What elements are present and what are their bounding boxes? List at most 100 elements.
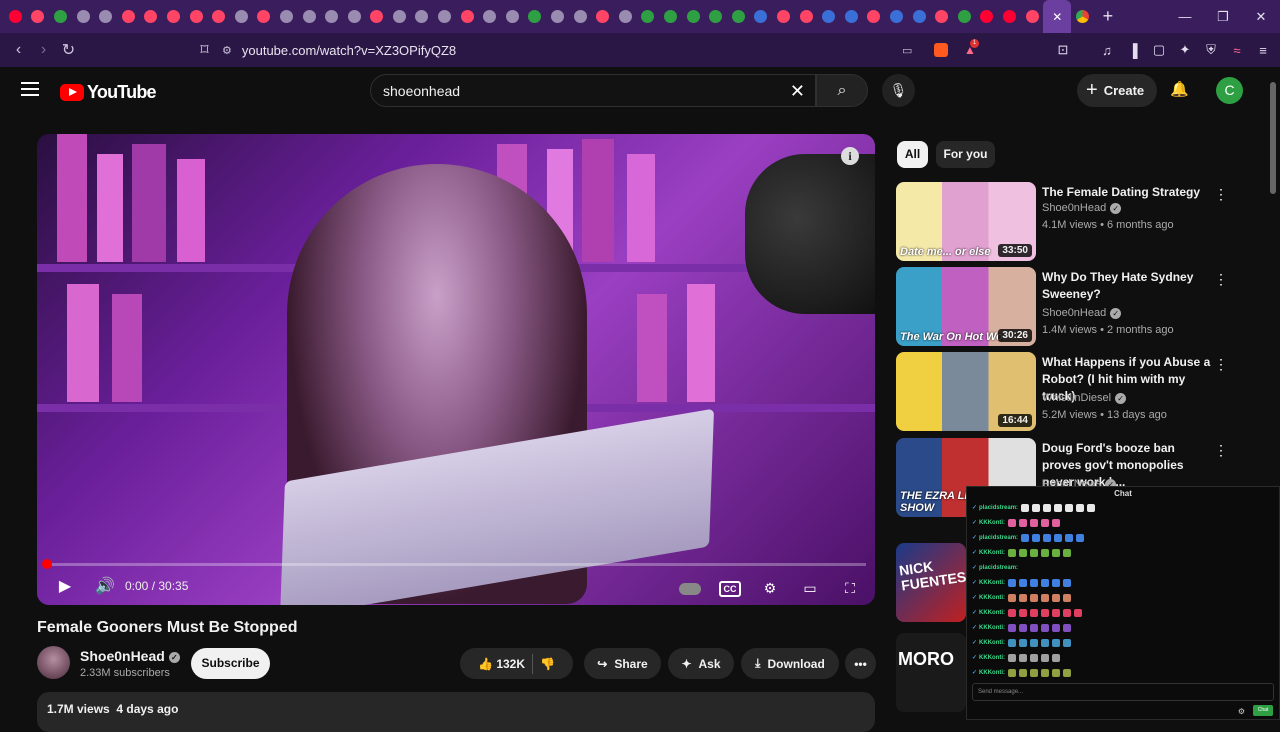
recommendation-item[interactable]: The War On Hot Wo 30:26 Why Do They Hate S… <box>896 267 1236 347</box>
cast-icon[interactable]: ▭ <box>902 44 912 57</box>
recommendation-item[interactable]: Date me... or else 33:50 The Female Dating… <box>896 182 1236 262</box>
browser-tab[interactable] <box>863 0 886 33</box>
browser-tab[interactable] <box>637 0 660 33</box>
download-button[interactable]: ⤓ Download <box>741 648 839 679</box>
channel-name[interactable]: Shoe0nHead ✓ <box>80 648 180 664</box>
wallet-icon[interactable]: ▢ <box>1148 42 1170 58</box>
browser-tab[interactable] <box>501 0 524 33</box>
chip-for-you[interactable]: For you <box>936 141 995 168</box>
search-input[interactable]: shoeonhead ✕ <box>370 74 816 107</box>
browser-tab[interactable] <box>275 0 298 33</box>
browser-tab[interactable] <box>614 0 637 33</box>
scrollbar[interactable] <box>1270 82 1276 194</box>
fullscreen-icon[interactable]: ⛶ <box>839 580 861 597</box>
browser-tab[interactable] <box>1071 0 1094 33</box>
voice-search-button[interactable]: 🎙 <box>882 74 915 107</box>
browser-tab[interactable] <box>704 0 727 33</box>
theater-mode-icon[interactable]: ▭ <box>799 580 821 597</box>
info-icon[interactable]: i <box>841 147 859 165</box>
video-player[interactable]: i ▶ 🔊 0:00 / 30:35 CC ⚙ ▭ ⛶ <box>37 134 875 605</box>
forward-icon[interactable]: › <box>31 41 56 59</box>
browser-tab[interactable] <box>795 0 818 33</box>
browser-tab[interactable] <box>930 0 953 33</box>
active-tab[interactable]: ✕ <box>1043 0 1072 33</box>
browser-tab[interactable] <box>140 0 163 33</box>
chat-send-button[interactable]: Chat <box>1253 705 1273 716</box>
youtube-logo[interactable]: YouTube <box>60 82 157 103</box>
browser-tab[interactable] <box>727 0 750 33</box>
browser-tab[interactable] <box>298 0 321 33</box>
browser-tab[interactable] <box>72 0 95 33</box>
browser-tab[interactable] <box>1021 0 1044 33</box>
browser-tab[interactable] <box>117 0 140 33</box>
minimize-icon[interactable]: — <box>1166 0 1204 33</box>
site-info-icon[interactable]: ⚙ <box>222 44 232 57</box>
browser-tab[interactable] <box>4 0 27 33</box>
avatar[interactable]: C <box>1216 77 1243 104</box>
browser-tab[interactable] <box>185 0 208 33</box>
progress-bar[interactable] <box>42 559 866 569</box>
address-bar[interactable]: ⚙ youtube.com/watch?v=XZ3OPifyQZ8 ▭ ▲ 1 <box>222 38 986 62</box>
browser-tab[interactable] <box>207 0 230 33</box>
close-tab-icon[interactable]: ✕ <box>1052 10 1062 24</box>
captions-icon[interactable]: CC <box>719 580 741 597</box>
reload-icon[interactable]: ↻ <box>56 40 81 60</box>
sidebar-icon[interactable]: ▐ <box>1122 43 1144 58</box>
browser-tab[interactable] <box>546 0 569 33</box>
browser-tab[interactable] <box>478 0 501 33</box>
more-options-icon[interactable]: ⋮ <box>1214 442 1228 459</box>
browser-tab[interactable] <box>908 0 931 33</box>
menu-icon[interactable]: ≡ <box>1252 43 1274 58</box>
maximize-icon[interactable]: ❐ <box>1204 0 1242 33</box>
create-button[interactable]: + Create <box>1077 74 1157 107</box>
flag-icon[interactable]: ≈ <box>1226 43 1248 58</box>
vpn-icon[interactable]: ⛨ <box>1200 42 1222 58</box>
recommendation-item[interactable]: 16:44 What Happens if you Abuse a Robot? … <box>896 352 1236 432</box>
browser-tab[interactable] <box>27 0 50 33</box>
bookmark-icon[interactable]: ⌑ <box>192 40 217 60</box>
browser-tab[interactable] <box>94 0 117 33</box>
screenshot-icon[interactable]: ⊡ <box>1052 42 1074 58</box>
chat-input[interactable]: Send message... <box>972 683 1274 701</box>
browser-tab[interactable] <box>433 0 456 33</box>
close-window-icon[interactable]: ✕ <box>1242 0 1280 33</box>
browser-tab[interactable] <box>817 0 840 33</box>
chat-settings-icon[interactable]: ⚙ <box>1238 707 1245 716</box>
play-icon[interactable]: ▶ <box>57 576 73 596</box>
browser-tab[interactable] <box>366 0 389 33</box>
thumbs-down-icon[interactable]: 👎 <box>540 657 555 671</box>
browser-tab[interactable] <box>49 0 72 33</box>
browser-tab[interactable] <box>885 0 908 33</box>
subscribe-button[interactable]: Subscribe <box>191 648 270 679</box>
chip-all[interactable]: All <box>897 141 928 168</box>
browser-tab[interactable] <box>591 0 614 33</box>
description-box[interactable]: 1.7M views 4 days ago <box>37 692 875 732</box>
browser-tab[interactable] <box>230 0 253 33</box>
share-button[interactable]: ↪ Share <box>584 648 661 679</box>
browser-tab[interactable] <box>162 0 185 33</box>
browser-tab[interactable] <box>682 0 705 33</box>
more-options-icon[interactable]: ⋮ <box>1214 271 1228 288</box>
browser-tab[interactable] <box>750 0 773 33</box>
volume-icon[interactable]: 🔊 <box>95 576 115 596</box>
browser-tab[interactable] <box>840 0 863 33</box>
music-icon[interactable]: ♫ <box>1096 43 1118 58</box>
settings-gear-icon[interactable]: ⚙ <box>759 580 781 597</box>
notifications-bell-icon[interactable]: 🔔 <box>1170 80 1189 98</box>
browser-tab[interactable] <box>411 0 434 33</box>
guide-menu-icon[interactable] <box>21 82 39 96</box>
browser-tab[interactable] <box>320 0 343 33</box>
channel-avatar[interactable] <box>37 646 70 679</box>
autoplay-toggle[interactable] <box>679 582 701 595</box>
browser-tab[interactable] <box>253 0 276 33</box>
browser-tab[interactable] <box>569 0 592 33</box>
ask-button[interactable]: ✦ Ask <box>668 648 734 679</box>
search-button[interactable]: ⌕ <box>816 74 868 107</box>
browser-tab[interactable] <box>456 0 479 33</box>
like-button[interactable]: 👍 132K <box>478 657 525 671</box>
browser-tab[interactable] <box>953 0 976 33</box>
leo-ai-icon[interactable]: ✦ <box>1174 42 1196 58</box>
back-icon[interactable]: ‹ <box>6 41 31 59</box>
browser-tab[interactable] <box>388 0 411 33</box>
browser-tab[interactable] <box>524 0 547 33</box>
